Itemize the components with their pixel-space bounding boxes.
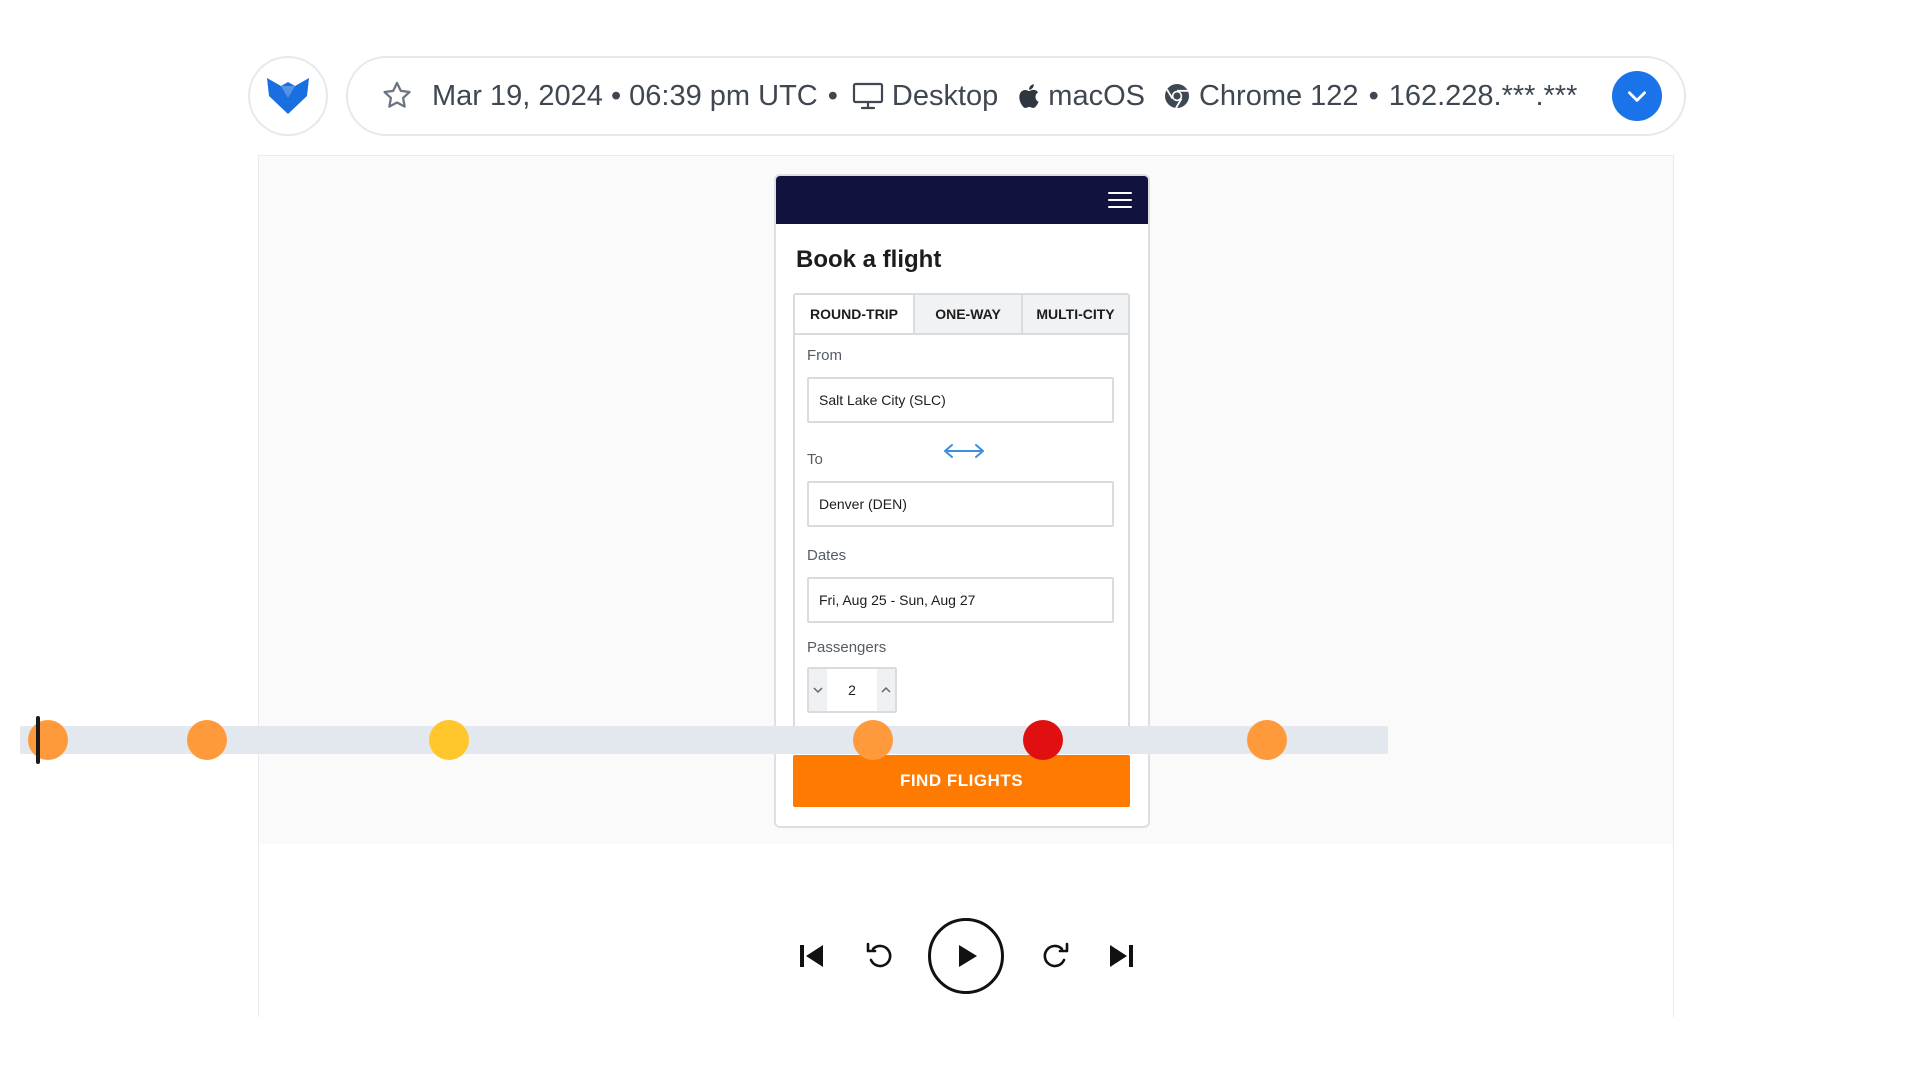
- playhead[interactable]: [36, 716, 41, 764]
- play-button[interactable]: [928, 918, 1004, 994]
- swap-arrows-icon[interactable]: [941, 440, 987, 462]
- separator: •: [827, 79, 838, 112]
- forward-icon: [1043, 942, 1069, 968]
- separator: •: [1368, 79, 1379, 112]
- to-label: To: [807, 451, 823, 468]
- timeline-event[interactable]: [186, 720, 227, 760]
- passengers-count[interactable]: 2: [827, 669, 877, 711]
- skip-to-start-button[interactable]: [793, 938, 829, 974]
- session-browser: Chrome 122: [1198, 79, 1359, 112]
- timeline-track[interactable]: [20, 716, 1388, 764]
- tab-one-way[interactable]: ONE-WAY: [913, 295, 1021, 333]
- dates-label: Dates: [807, 547, 847, 564]
- logo-icon: [267, 78, 309, 114]
- timeline-event[interactable]: [1247, 720, 1288, 760]
- find-flights-button[interactable]: FIND FLIGHTS: [793, 755, 1130, 807]
- play-icon: [959, 945, 977, 967]
- timeline-event[interactable]: [429, 720, 470, 760]
- forward-button[interactable]: [1035, 936, 1075, 976]
- app-header: [776, 176, 1148, 224]
- session-device: Desktop: [891, 79, 999, 112]
- from-label: From: [807, 347, 842, 364]
- apple-icon: [1016, 82, 1040, 110]
- trip-type-tabs: ROUND-TRIP ONE-WAY MULTI-CITY: [795, 295, 1128, 335]
- dates-input[interactable]: [807, 577, 1114, 623]
- expand-session-button[interactable]: [1612, 71, 1662, 121]
- passengers-label: Passengers: [807, 639, 887, 656]
- rewind-icon: [866, 942, 892, 968]
- skip-back-icon: [800, 945, 823, 967]
- rewind-button[interactable]: [860, 936, 900, 976]
- decrement-button[interactable]: [809, 669, 827, 711]
- session-info-bar: Mar 19, 2024 • 06:39 pm UTC • Desktop ma…: [346, 56, 1686, 136]
- timeline-event[interactable]: [853, 720, 894, 760]
- session-ip: 162.228.***.***: [1388, 79, 1578, 112]
- chevron-up-icon: [881, 686, 891, 693]
- app-logo[interactable]: [248, 56, 328, 136]
- chevron-down-icon: [1628, 91, 1646, 102]
- increment-button[interactable]: [877, 669, 895, 711]
- booking-form: ROUND-TRIP ONE-WAY MULTI-CITY From To Da…: [793, 293, 1130, 731]
- session-datetime: Mar 19, 2024 • 06:39 pm UTC: [432, 79, 818, 112]
- replay-player: Book a flight ROUND-TRIP ONE-WAY MULTI-C…: [258, 155, 1674, 1017]
- chrome-icon: [1163, 82, 1191, 110]
- to-input[interactable]: [807, 481, 1114, 527]
- from-input[interactable]: [807, 377, 1114, 423]
- passengers-stepper: 2: [807, 667, 897, 713]
- menu-icon[interactable]: [1108, 190, 1132, 210]
- chevron-down-icon: [813, 687, 823, 694]
- skip-forward-icon: [1110, 945, 1133, 967]
- session-os: macOS: [1048, 79, 1145, 112]
- tab-multi-city[interactable]: MULTI-CITY: [1021, 295, 1128, 333]
- page-title: Book a flight: [796, 246, 942, 273]
- skip-to-end-button[interactable]: [1104, 938, 1140, 974]
- timeline-event[interactable]: [1022, 720, 1063, 760]
- star-icon[interactable]: [380, 79, 414, 113]
- tab-round-trip[interactable]: ROUND-TRIP: [795, 295, 913, 333]
- monitor-icon: [852, 82, 884, 110]
- timeline-event[interactable]: [28, 720, 69, 760]
